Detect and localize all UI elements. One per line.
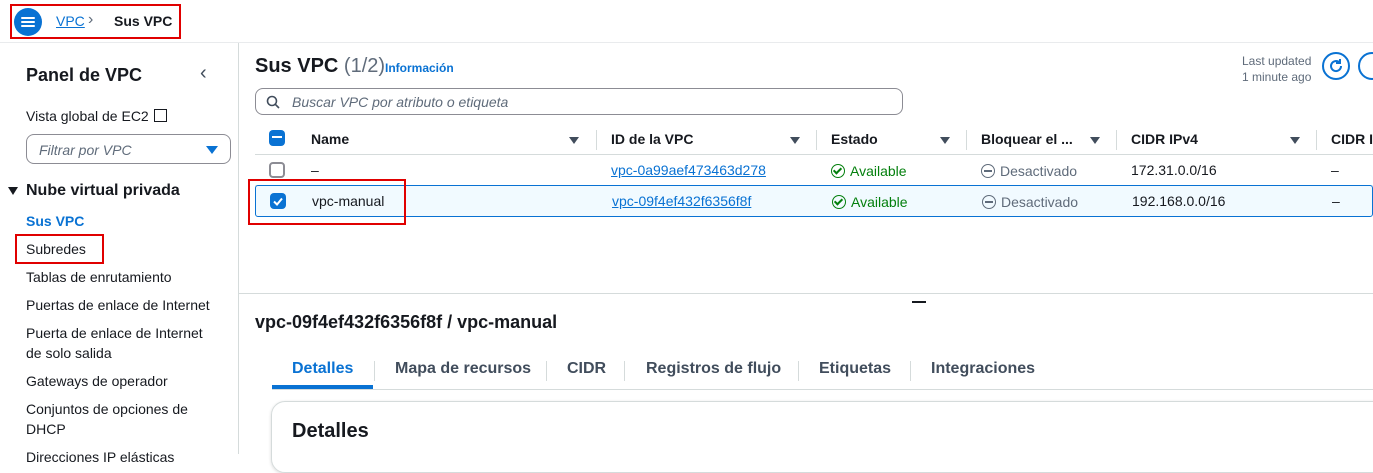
sidebar-item-carrier-gateways[interactable]: Gateways de operador (26, 371, 226, 391)
cell-cidr-ipv4: 172.31.0.0/16 (1131, 162, 1217, 178)
detail-title: vpc-09f4ef432f6356f8f / vpc-manual (255, 312, 558, 332)
sort-caret-icon[interactable] (1290, 137, 1300, 144)
highlight-box (15, 234, 104, 264)
tab-divider (374, 361, 375, 381)
minus-circle-icon (981, 164, 995, 178)
actions-button[interactable] (1358, 52, 1373, 80)
tab-divider (624, 361, 625, 381)
column-header-vpc-id[interactable]: ID de la VPC (611, 131, 693, 147)
last-updated: Last updated 1 minute ago (1242, 53, 1311, 85)
sidebar-item-dhcp-options[interactable]: Conjuntos de opciones de DHCP (26, 399, 201, 439)
tab-divider (798, 361, 799, 381)
sidebar-section-label: Nube virtual privada (26, 182, 180, 199)
refresh-icon (1330, 59, 1343, 73)
vpc-filter-select[interactable]: Filtrar por VPC (26, 134, 231, 164)
external-link-icon (153, 109, 167, 122)
tab-registros-flujo[interactable]: Registros de flujo (646, 360, 781, 378)
column-header-cidr-ipv6[interactable]: CIDR IPv6 (1331, 131, 1373, 147)
sort-caret-icon[interactable] (569, 137, 579, 144)
details-container-title: Detalles (292, 420, 369, 442)
cell-state-text: Available (850, 163, 907, 179)
tab-divider (910, 361, 911, 381)
selection-count: (1/2) (343, 55, 386, 77)
column-header-block[interactable]: Bloquear el ... (981, 131, 1073, 147)
table-row-selected[interactable]: vpc-manual vpc-09f4ef432f6356f8f Availab… (255, 185, 1373, 217)
column-header-cidr-ipv4[interactable]: CIDR IPv4 (1131, 131, 1198, 147)
check-circle-icon (832, 195, 846, 209)
last-updated-label: Last updated (1242, 54, 1312, 68)
main-content: Sus VPC (1/2) Información Last updated 1… (239, 43, 1373, 473)
detail-tabs: Detalles Mapa de recursos CIDR Registros… (272, 355, 1373, 390)
search-input[interactable]: Buscar VPC por atributo o etiqueta (255, 88, 903, 115)
column-divider (1116, 130, 1117, 150)
details-container: Detalles (271, 401, 1373, 473)
sidebar-item-sus-vpc[interactable]: Sus VPC (26, 211, 226, 231)
sort-caret-icon[interactable] (940, 137, 950, 144)
refresh-button[interactable] (1322, 52, 1350, 80)
caret-down-icon (206, 146, 218, 154)
cell-vpc-id-link[interactable]: vpc-0a99aef473463d278 (611, 162, 766, 178)
cell-block: Desactivado (982, 193, 1078, 210)
sidebar-ec2-label: Vista global de EC2 (26, 108, 149, 124)
cell-block: Desactivado (981, 162, 1077, 179)
page-title-text: Sus VPC (255, 55, 339, 77)
tab-cidr[interactable]: CIDR (567, 360, 606, 378)
page-title: Sus VPC (1/2) (255, 55, 385, 78)
active-tab-indicator (272, 385, 373, 389)
sort-caret-icon[interactable] (790, 137, 800, 144)
cell-name: – (311, 162, 319, 178)
search-icon (266, 95, 280, 109)
table-row[interactable]: – vpc-0a99aef473463d278 Available Desact… (255, 155, 1373, 186)
split-panel-divider[interactable] (239, 293, 1373, 294)
sidebar: Panel de VPC ‹ Vista global de EC2 Filtr… (0, 43, 239, 465)
row-checkbox[interactable] (269, 162, 285, 178)
tab-mapa-recursos[interactable]: Mapa de recursos (395, 360, 531, 378)
column-divider (966, 130, 967, 150)
check-circle-icon (831, 164, 845, 178)
cell-vpc-id-link[interactable]: vpc-09f4ef432f6356f8f (612, 193, 751, 209)
top-bar: VPC › Sus VPC (0, 0, 1373, 43)
info-link[interactable]: Información (385, 61, 454, 75)
minus-circle-icon (982, 195, 996, 209)
cell-block-text: Desactivado (1001, 194, 1079, 210)
cell-state: Available (831, 162, 907, 179)
tab-integraciones[interactable]: Integraciones (931, 360, 1035, 378)
table-header: Name ID de la VPC Estado Bloquear el ...… (255, 126, 1373, 155)
column-divider (596, 130, 597, 150)
cell-cidr-ipv6: – (1332, 193, 1340, 209)
column-divider (1316, 130, 1317, 150)
tab-etiquetas[interactable]: Etiquetas (819, 360, 891, 378)
tab-divider (546, 361, 547, 381)
sidebar-ec2-link[interactable]: Vista global de EC2 (26, 108, 167, 124)
column-header-state[interactable]: Estado (831, 131, 878, 147)
cell-state: Available (832, 193, 908, 210)
caret-down-icon (8, 187, 18, 195)
sidebar-item-puertas-enlace-internet[interactable]: Puertas de enlace de Internet (26, 295, 226, 315)
search-placeholder: Buscar VPC por atributo o etiqueta (292, 94, 509, 110)
sidebar-item-egress-only-gateway[interactable]: Puerta de enlace de Internet de solo sal… (26, 323, 216, 363)
cell-cidr-ipv6: – (1331, 162, 1339, 178)
vpc-filter-placeholder: Filtrar por VPC (39, 142, 132, 158)
sidebar-title: Panel de VPC (26, 65, 143, 85)
sidebar-item-tablas-enrutamiento[interactable]: Tablas de enrutamiento (26, 267, 226, 287)
tab-detalles[interactable]: Detalles (292, 360, 353, 378)
column-divider (816, 130, 817, 150)
highlight-box (10, 4, 181, 39)
cell-cidr-ipv4: 192.168.0.0/16 (1132, 193, 1226, 209)
sidebar-section-vpc[interactable]: Nube virtual privada (8, 182, 180, 200)
cell-block-text: Desactivado (1000, 163, 1078, 179)
chevron-left-icon[interactable]: ‹ (200, 62, 207, 85)
select-all-checkbox[interactable] (269, 130, 285, 146)
cell-state-text: Available (851, 194, 908, 210)
sort-caret-icon[interactable] (1090, 137, 1100, 144)
last-updated-value: 1 minute ago (1242, 70, 1312, 84)
resize-handle-icon[interactable] (912, 301, 926, 303)
highlight-box (248, 179, 406, 225)
sidebar-item-elastic-ips[interactable]: Direcciones IP elásticas (26, 447, 226, 467)
column-header-name[interactable]: Name (311, 131, 349, 147)
